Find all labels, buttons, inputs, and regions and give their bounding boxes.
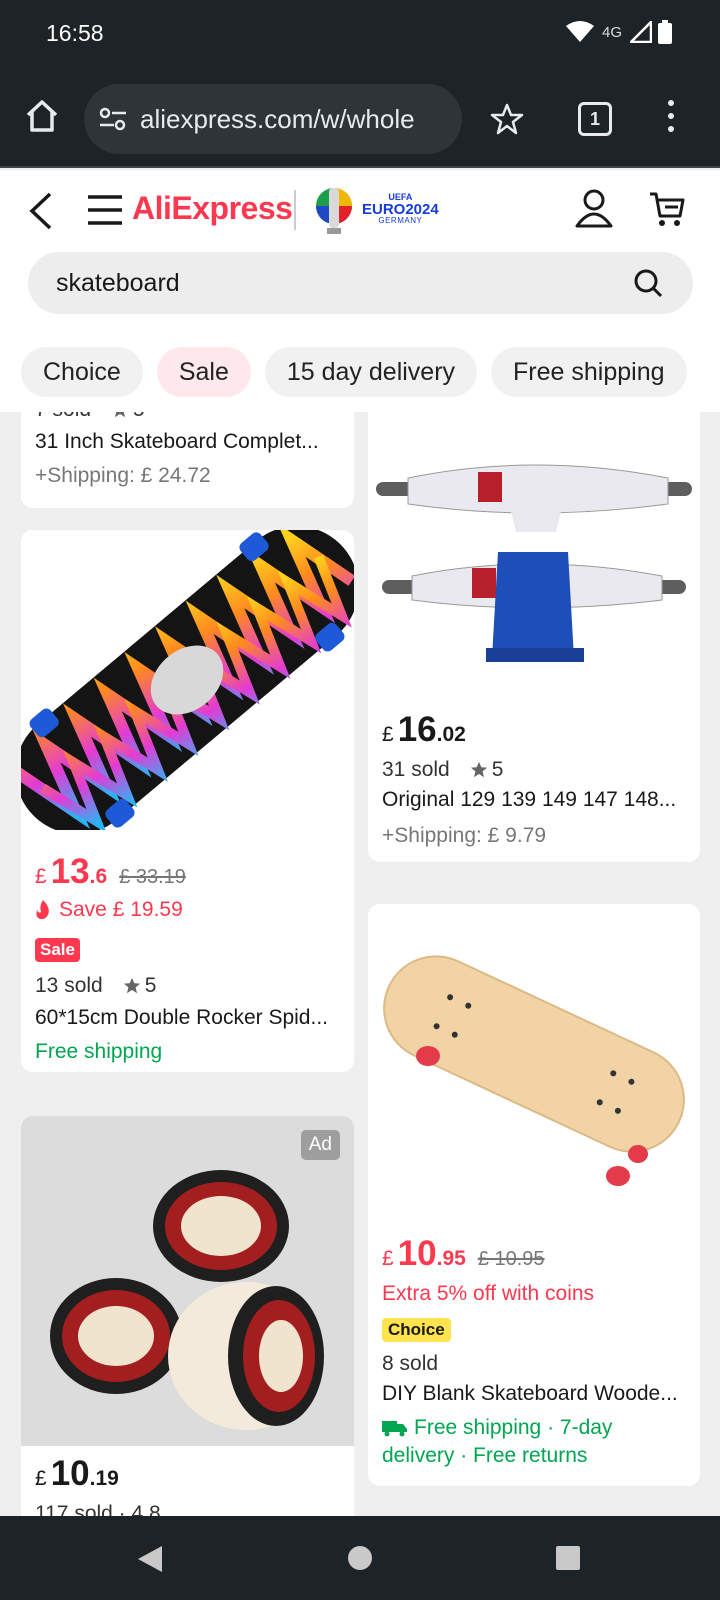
star-icon <box>470 761 487 778</box>
flame-icon <box>36 900 49 920</box>
sold-count: 8 sold <box>382 1352 439 1375</box>
delivery-info-cont: delivery · Free returns <box>382 1444 588 1467</box>
status-icons: 4G <box>565 20 672 44</box>
star-icon <box>115 412 126 418</box>
star-icon <box>123 977 140 994</box>
nav-back-icon[interactable] <box>136 1544 164 1574</box>
home-icon[interactable] <box>24 98 60 134</box>
filter-choice[interactable]: Choice <box>21 347 143 397</box>
search-query: skateboard <box>56 268 180 297</box>
url-bar[interactable]: aliexpress.com/w/whole <box>84 84 462 154</box>
cart-icon[interactable] <box>648 190 686 228</box>
sale-badge: Sale <box>35 938 80 962</box>
tab-switcher-button[interactable]: 1 <box>578 102 612 136</box>
back-arrow-icon[interactable] <box>28 192 54 230</box>
product-card[interactable]: £ 16 .02 31 sold 5 Original 129 139 149 … <box>368 412 700 862</box>
sold-count: 13 sold 5 <box>35 974 157 997</box>
search-icon[interactable] <box>633 268 663 298</box>
header-divider <box>294 190 296 230</box>
status-time: 16:58 <box>46 20 104 46</box>
bookmark-star-icon[interactable] <box>490 102 524 136</box>
hamburger-menu-icon[interactable] <box>86 194 124 226</box>
network-type: 4G <box>601 23 622 41</box>
product-title: Original 129 139 149 147 148... <box>382 788 677 811</box>
filter-free-shipping[interactable]: Free shipping <box>491 347 687 397</box>
product-title: 60*15cm Double Rocker Spid... <box>35 1006 328 1029</box>
product-price: £ 16 .02 <box>382 710 466 749</box>
browser-toolbar: aliexpress.com/w/whole 1 <box>0 70 720 168</box>
product-image <box>368 412 700 682</box>
product-price: £ 10 .19 <box>35 1454 119 1493</box>
euro2024-label: EURO2024 <box>362 201 439 218</box>
product-card[interactable]: £ 13 .6 £ 33.19 Save £ 19.59 Sale 13 sol… <box>21 530 354 1072</box>
product-card[interactable]: Ad £ 10 .19 117 sold · 4.8 <box>21 1116 354 1516</box>
original-price: £ 10.95 <box>477 1248 545 1270</box>
choice-badge: Choice <box>382 1318 451 1342</box>
product-title: 31 Inch Skateboard Complet... <box>35 430 319 453</box>
euro2024-badge: UEFA EURO2024 GERMANY <box>312 182 439 236</box>
sold-count: 7 sold 5 <box>35 412 145 422</box>
product-price: £ 13 .6 £ 33.19 <box>35 852 186 891</box>
original-price: £ 33.19 <box>119 866 186 888</box>
truck-icon <box>382 1421 407 1437</box>
product-price: £ 10 .95 £ 10.95 <box>382 1234 545 1273</box>
free-shipping-label: Free shipping <box>35 1040 163 1063</box>
germany-label: GERMANY <box>378 216 423 225</box>
product-image <box>21 530 354 830</box>
filter-chips: Choice Sale 15 day delivery Free shippin… <box>0 330 720 412</box>
savings-label: Save £ 19.59 <box>35 898 183 922</box>
ad-badge: Ad <box>300 1130 340 1160</box>
product-title: DIY Blank Skateboard Woode... <box>382 1382 678 1405</box>
url-text: aliexpress.com/w/whole <box>140 103 415 134</box>
coins-promo: Extra 5% off with coins <box>382 1282 595 1305</box>
product-image <box>21 1116 354 1446</box>
status-bar: 16:58 4G <box>0 0 720 70</box>
trophy-icon <box>316 188 352 234</box>
product-image <box>368 904 700 1214</box>
aliexpress-logo[interactable]: AliExpress <box>132 190 293 227</box>
browser-menu-icon[interactable] <box>668 100 674 132</box>
nav-recents-icon[interactable] <box>554 1544 582 1572</box>
product-grid: 7 sold 5 31 Inch Skateboard Complet... +… <box>0 412 720 1516</box>
shipping-cost: +Shipping: £ 9.79 <box>382 824 547 847</box>
filter-sale[interactable]: Sale <box>156 347 251 397</box>
wifi-icon <box>565 21 594 42</box>
product-card[interactable]: 7 sold 5 31 Inch Skateboard Complet... +… <box>21 412 354 508</box>
sold-count: 117 sold · 4.8 <box>35 1502 161 1516</box>
sold-count: 31 sold 5 <box>382 758 504 781</box>
delivery-info: Free shipping · 7-day <box>382 1416 612 1440</box>
filter-15-day-delivery[interactable]: 15 day delivery <box>264 347 478 397</box>
search-input[interactable]: skateboard <box>28 252 693 314</box>
system-nav-bar <box>0 1516 720 1600</box>
app-header: AliExpress UEFA EURO2024 GERMANY skatebo… <box>0 170 720 330</box>
site-settings-icon[interactable] <box>98 106 128 132</box>
battery-icon <box>658 20 672 44</box>
account-icon[interactable] <box>574 188 614 228</box>
nav-home-icon[interactable] <box>346 1544 374 1572</box>
product-card[interactable]: £ 10 .95 £ 10.95 Extra 5% off with coins… <box>368 904 700 1486</box>
shipping-cost: +Shipping: £ 24.72 <box>35 464 211 487</box>
signal-icon <box>630 21 652 43</box>
